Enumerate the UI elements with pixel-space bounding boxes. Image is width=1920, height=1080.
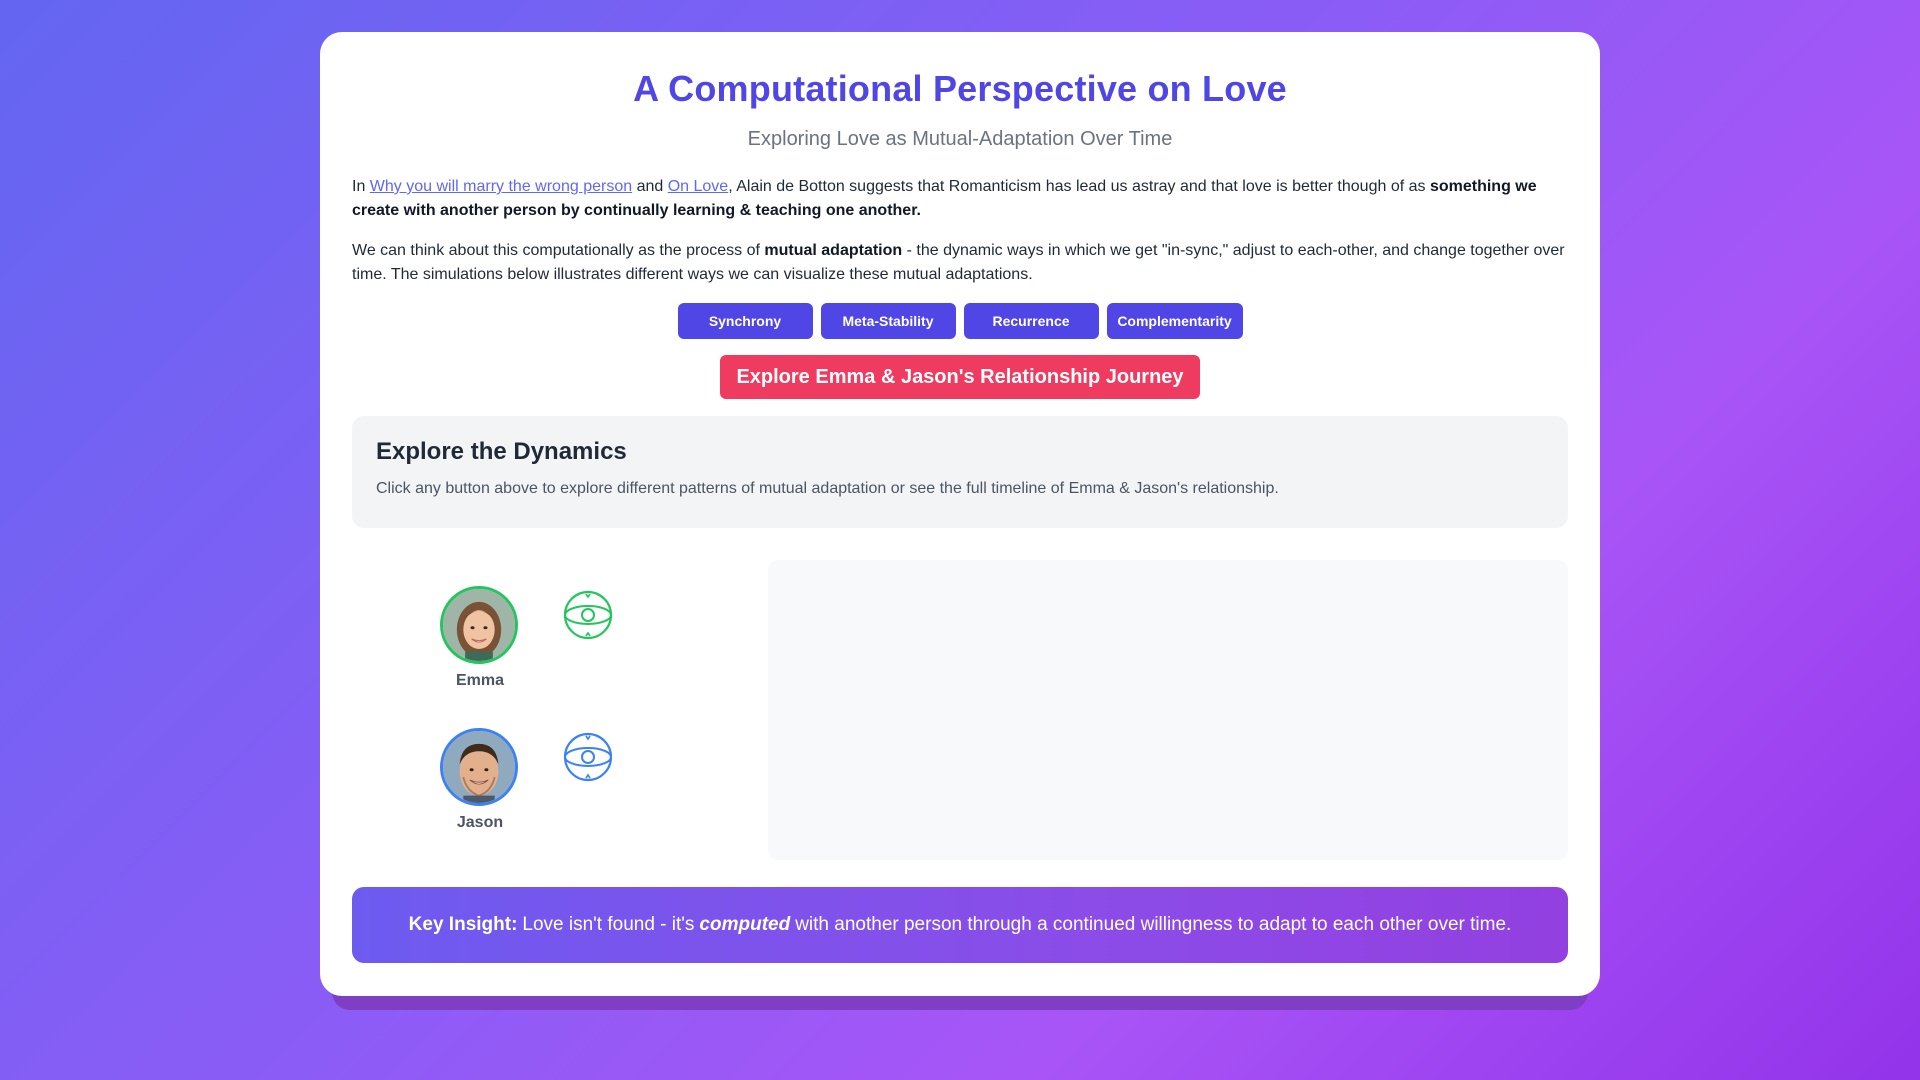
emma-portrait [443,589,515,661]
intro-paragraph-1: In Why you will marry the wrong person a… [352,175,1568,223]
link-wrong-person[interactable]: Why you will marry the wrong person [370,178,632,195]
dynamics-title: Explore the Dynamics [376,438,627,465]
intro-and: and [636,178,664,195]
emma-avatar [440,586,518,664]
person-emma: Emma [440,586,520,690]
dynamics-text: Click any button above to explore differ… [376,480,1279,497]
journey-row: Explore Emma & Jason's Relationship Jour… [352,355,1568,399]
main-card: A Computational Perspective on Love Expl… [320,32,1600,996]
intro-paragraph-2: We can think about this computationally … [352,239,1568,287]
intro-rest: , Alain de Botton suggests that Romantic… [728,178,1426,195]
link-on-love[interactable]: On Love [668,178,728,195]
dynamics-info-box: Explore the Dynamics Click any button ab… [352,416,1568,528]
complementarity-button[interactable]: Complementarity [1106,303,1243,339]
simulation-buttons: Synchrony Meta-Stability Recurrence Comp… [352,303,1568,339]
synchrony-button[interactable]: Synchrony [677,303,813,339]
recurrence-button[interactable]: Recurrence [963,303,1099,339]
meta-stability-button[interactable]: Meta-Stability [820,303,956,339]
page-subtitle: Exploring Love as Mutual-Adaptation Over… [747,128,1173,150]
simulation-panel [768,560,1568,860]
simulation-area: Emma Jason [352,528,1568,868]
intro2-start: We can think about this computationally … [352,242,760,259]
jason-avatar [440,728,518,806]
journey-button[interactable]: Explore Emma & Jason's Relationship Jour… [720,355,1200,399]
intro-in: In [352,178,366,195]
emma-name: Emma [455,672,505,689]
jason-portrait [443,731,515,803]
key-insight-banner: Key Insight: Love isn't found - it's com… [352,887,1568,963]
jason-name: Jason [456,814,504,831]
page-title: A Computational Perspective on Love [633,68,1287,109]
emma-orbit-ring-icon [563,590,613,640]
insight-post: with another person through a continued … [795,914,1512,935]
intro2-bold: mutual adaptation [764,242,903,259]
insight-emph: computed [699,914,791,935]
insight-pre: Love isn't found - it's [522,914,695,935]
person-jason: Jason [440,728,520,832]
jason-orbit-ring-icon [563,732,613,782]
insight-label: Key Insight: [408,914,518,935]
